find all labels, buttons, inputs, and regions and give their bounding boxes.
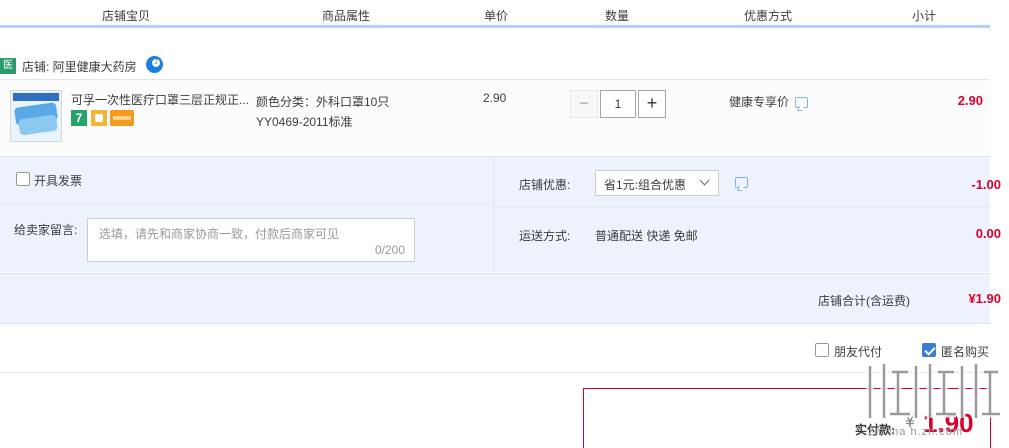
cart-header: 店铺宝贝 商品属性 单价 数量 优惠方式 小计 [0,0,990,28]
quantity-plus-button[interactable]: + [638,90,666,118]
invoice-label: 开具发票 [34,174,83,188]
col-price: 单价 [484,9,509,23]
message-placeholder: 选填，请先和商家协商一致，付款后商家可见 [99,227,340,241]
credit-card-icon [110,110,134,126]
shop-total-label: 店铺合计(含运费) [818,294,910,308]
seven-day-return-icon: 7 [71,110,87,126]
col-promo: 优惠方式 [744,9,793,23]
watermark-site: zhi.ma h.zh.com [868,426,964,438]
divider [494,206,990,207]
watermark-logo [866,364,1000,418]
anonymous-checkbox[interactable] [922,343,936,357]
item-subtotal: 2.90 [957,93,983,108]
product-sku: 颜色分类：外科口罩10只YY0469-2011标准 [256,95,390,129]
message-char-count: 0/200 [374,243,405,257]
col-item: 店铺宝贝 [102,9,151,23]
message-label: 给卖家留言: [14,223,78,237]
promo-type: 健康专享价 [729,95,790,109]
col-subtotal: 小计 [912,9,937,23]
shop-discount-value: 省1元:组合优惠 [604,178,687,192]
col-attr: 商品属性 [322,9,371,23]
shop-total-amount: ¥1.90 [968,291,1001,306]
shipping-method: 普通配送 快递 免邮 [595,229,698,243]
product-title-link[interactable]: 可孚一次性医疗口罩三层正规正... [71,91,251,108]
promo-info-icon[interactable] [795,97,808,108]
quantity-minus-button[interactable]: − [570,90,598,118]
discount-info-icon[interactable] [735,177,748,188]
discount-label: 店铺优惠: [519,178,571,192]
shipping-amount: 0.00 [975,226,1001,241]
seller-message-textarea[interactable]: 选填，请先和商家协商一致，付款后商家可见 0/200 [87,218,415,262]
invoice-checkbox[interactable] [16,172,30,186]
shop-name-link[interactable]: 店铺: 阿里健康大药房 [22,58,137,75]
shipping-label: 运送方式: [519,229,571,243]
divider [0,203,493,204]
guarantee-icon [91,110,107,126]
chevron-down-icon [699,175,710,186]
col-qty: 数量 [605,9,630,23]
wangwang-icon[interactable]: J [146,56,163,73]
divider [493,156,494,272]
unit-price: 2.90 [483,91,507,105]
friend-pay-checkbox[interactable] [815,343,829,357]
discount-amount: -1.00 [971,177,1001,192]
product-thumbnail[interactable] [10,90,62,142]
shop-discount-select[interactable]: 省1元:组合优惠 [595,170,719,196]
quantity-input[interactable]: 1 [600,90,636,118]
pharmacy-badge: 医 [0,58,16,74]
